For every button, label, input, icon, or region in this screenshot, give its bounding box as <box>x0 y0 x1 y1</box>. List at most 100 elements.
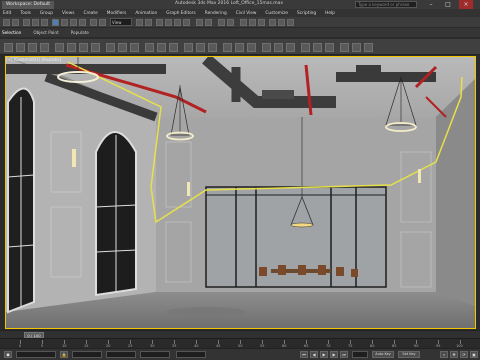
ribbon-tool-icon[interactable] <box>91 43 100 52</box>
ribbon-tool-icon[interactable] <box>364 43 373 52</box>
mirror-icon[interactable] <box>196 19 203 26</box>
material-editor-icon[interactable] <box>258 19 265 26</box>
workspace-selector[interactable]: Workspace: Default <box>2 0 54 9</box>
render-frame-icon[interactable] <box>278 19 285 26</box>
minimize-icon[interactable]: – <box>424 0 438 9</box>
graphite-icon[interactable] <box>227 19 234 26</box>
window-crossing-icon[interactable] <box>79 19 86 26</box>
render-setup-icon[interactable] <box>269 19 276 26</box>
redo-icon[interactable] <box>12 19 19 26</box>
ribbon-tool-icon[interactable] <box>67 43 76 52</box>
ribbon-tool-icon[interactable] <box>340 43 349 52</box>
lock-selection-icon[interactable]: 🔒 <box>60 351 68 358</box>
render-icon[interactable] <box>287 19 294 26</box>
percent-snap-icon[interactable] <box>174 19 181 26</box>
ribbon-tool-icon[interactable] <box>235 43 244 52</box>
ribbon-tool-icon[interactable] <box>325 43 334 52</box>
ribbon-tool-icon[interactable] <box>4 43 13 52</box>
pivot-icon[interactable] <box>136 19 143 26</box>
x-coordinate-field[interactable] <box>72 351 102 358</box>
tab-populate[interactable]: Populate <box>71 30 89 35</box>
rotate-icon[interactable] <box>99 19 106 26</box>
ribbon-tool-icon[interactable] <box>145 43 154 52</box>
menu-create[interactable]: Create <box>83 11 97 16</box>
ribbon-tool-icon[interactable] <box>130 43 139 52</box>
bind-icon[interactable] <box>41 19 48 26</box>
ribbon-tool-icon[interactable] <box>169 43 178 52</box>
ribbon-tool-icon[interactable] <box>157 43 166 52</box>
menu-tools[interactable]: Tools <box>20 11 31 16</box>
menu-modifiers[interactable]: Modifiers <box>107 11 127 16</box>
menu-rendering[interactable]: Rendering <box>205 11 227 16</box>
zoom-icon[interactable]: ⌕ <box>440 351 448 358</box>
unlink-icon[interactable] <box>32 19 39 26</box>
menu-graph-editors[interactable]: Graph Editors <box>166 11 196 16</box>
menu-views[interactable]: Views <box>62 11 74 16</box>
rect-select-icon[interactable] <box>70 19 77 26</box>
link-icon[interactable] <box>23 19 30 26</box>
track-bar[interactable]: 0 5 10 15 20 25 30 35 40 45 50 55 60 65 … <box>0 338 480 348</box>
ribbon-tool-icon[interactable] <box>223 43 232 52</box>
ribbon-tool-icon[interactable] <box>274 43 283 52</box>
search-input[interactable]: Type a keyword or phrase <box>355 1 417 8</box>
camera-viewport[interactable] <box>5 56 476 329</box>
layer-icon[interactable] <box>218 19 225 26</box>
close-icon[interactable]: × <box>459 0 473 9</box>
ribbon-tool-icon[interactable] <box>313 43 322 52</box>
maximize-viewport-icon[interactable]: ▣ <box>470 351 478 358</box>
menu-civil-view[interactable]: Civil View <box>236 11 257 16</box>
ribbon-tool-icon[interactable] <box>208 43 217 52</box>
undo-icon[interactable] <box>3 19 10 26</box>
ribbon-tool-icon[interactable] <box>28 43 37 52</box>
ribbon-tool-icon[interactable] <box>196 43 205 52</box>
go-to-start-icon[interactable]: ⏮ <box>300 351 308 358</box>
spinner-snap-icon[interactable] <box>183 19 190 26</box>
align-icon[interactable] <box>205 19 212 26</box>
time-slider-bar[interactable]: 0 / 100 <box>0 330 480 338</box>
play-icon[interactable]: ▶ <box>320 351 328 358</box>
angle-snap-icon[interactable] <box>165 19 172 26</box>
auto-key-button[interactable]: Auto Key <box>372 351 394 358</box>
ribbon-tool-icon[interactable] <box>118 43 127 52</box>
set-key-button[interactable]: Set Key <box>398 351 420 358</box>
z-coordinate-field[interactable] <box>140 351 170 358</box>
ribbon-tool-icon[interactable] <box>247 43 256 52</box>
pan-icon[interactable]: ✥ <box>450 351 458 358</box>
previous-frame-icon[interactable]: ◀ <box>310 351 318 358</box>
select-by-name-icon[interactable] <box>61 19 68 26</box>
ribbon-tool-icon[interactable] <box>352 43 361 52</box>
next-frame-icon[interactable]: ▶ <box>330 351 338 358</box>
menu-animation[interactable]: Animation <box>135 11 157 16</box>
y-coordinate-field[interactable] <box>106 351 136 358</box>
move-icon[interactable] <box>90 19 97 26</box>
go-to-end-icon[interactable]: ⏭ <box>340 351 348 358</box>
viewport-label[interactable]: [+] [Camera001] [Realistic] <box>6 57 61 62</box>
ribbon-toolbar <box>0 39 480 55</box>
selection-filter-dropdown[interactable]: View <box>110 18 132 26</box>
maximize-icon[interactable]: □ <box>441 0 455 9</box>
tab-object-paint[interactable]: Object Paint <box>33 30 58 35</box>
select-object-icon[interactable] <box>52 19 59 26</box>
orbit-icon[interactable]: ⟳ <box>460 351 468 358</box>
menu-help[interactable]: Help <box>325 11 335 16</box>
menu-scripting[interactable]: Scripting <box>297 11 316 16</box>
tab-selection[interactable]: Selection <box>2 30 21 35</box>
snap-icon[interactable] <box>156 19 163 26</box>
menu-customize[interactable]: Customize <box>265 11 288 16</box>
ribbon-tool-icon[interactable] <box>16 43 25 52</box>
ribbon-tool-icon[interactable] <box>286 43 295 52</box>
schematic-icon[interactable] <box>249 19 256 26</box>
menu-group[interactable]: Group <box>40 11 53 16</box>
ribbon-tool-icon[interactable] <box>106 43 115 52</box>
maxscript-listener-icon[interactable]: ◼ <box>4 351 12 358</box>
current-frame-field[interactable] <box>352 351 368 358</box>
ribbon-tool-icon[interactable] <box>55 43 64 52</box>
curve-editor-icon[interactable] <box>240 19 247 26</box>
manipulate-icon[interactable] <box>145 19 152 26</box>
ribbon-tool-icon[interactable] <box>262 43 271 52</box>
ribbon-tool-icon[interactable] <box>79 43 88 52</box>
ribbon-tool-icon[interactable] <box>301 43 310 52</box>
ribbon-tool-icon[interactable] <box>184 43 193 52</box>
menu-edit[interactable]: Edit <box>3 11 11 16</box>
ribbon-tool-icon[interactable] <box>40 43 49 52</box>
